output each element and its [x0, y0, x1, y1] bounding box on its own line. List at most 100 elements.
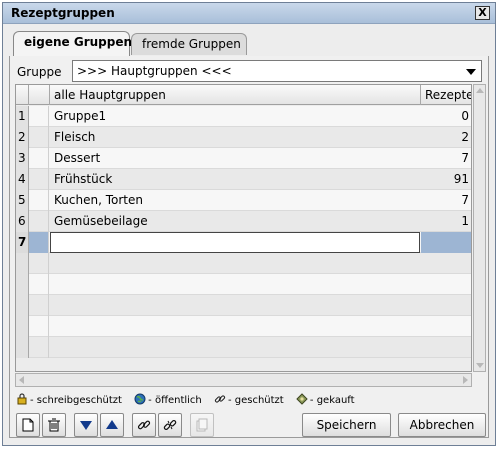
column-header-number[interactable] [16, 85, 29, 105]
legend-item-readonly: - schreibgeschützt [16, 393, 122, 406]
group-name[interactable]: Gemüsebeilage [50, 211, 420, 232]
arrow-down-icon [80, 421, 92, 430]
row-icon-cell [29, 295, 49, 316]
table-row[interactable]: 4 Frühstück 91 [16, 169, 471, 190]
new-row[interactable]: 7 [16, 232, 471, 253]
unprotect-button[interactable] [158, 413, 182, 437]
legend-label: - öffentlich [148, 395, 202, 406]
row-icon-cell [29, 169, 49, 190]
close-button[interactable]: X [475, 6, 490, 20]
row-number: 3 [16, 148, 29, 169]
row-icon-cell [29, 127, 49, 148]
move-down-button[interactable] [74, 413, 98, 437]
row-icon-cell [29, 211, 49, 232]
icon-legend: - schreibgeschützt - öffentlich - geschü… [16, 393, 364, 409]
chain-icon [214, 395, 226, 403]
row-icon-cell [29, 274, 49, 295]
table-row[interactable]: 1 Gruppe1 0 [16, 106, 471, 127]
legend-label: - geschützt [227, 395, 284, 406]
row-icon-cell [29, 337, 49, 358]
column-header-name[interactable]: alle Hauptgruppen [50, 85, 421, 105]
chain-icon [137, 420, 151, 430]
table-header: alle Hauptgruppen Rezepte [16, 85, 471, 105]
broken-chain-icon [163, 419, 177, 430]
group-name[interactable]: Frühstück [50, 169, 420, 190]
group-name[interactable]: Dessert [50, 148, 420, 169]
legend-item-public: - öffentlich [134, 393, 202, 406]
empty-row [16, 274, 471, 295]
gruppe-selected-value: >>> Hauptgruppen <<< [77, 64, 232, 78]
column-header-icon[interactable] [29, 85, 50, 105]
copy-button[interactable] [190, 413, 214, 437]
legend-label: - schreibgeschützt [30, 395, 122, 406]
move-up-button[interactable] [100, 413, 124, 437]
recipe-count [421, 232, 471, 253]
group-name[interactable]: Gruppe1 [50, 106, 420, 127]
row-number: 2 [16, 127, 29, 148]
table-row[interactable]: 6 Gemüsebeilage 1 [16, 211, 471, 232]
row-icon-cell [29, 316, 49, 337]
save-button[interactable]: Speichern [302, 413, 391, 437]
title-bar[interactable]: Rezeptgruppen X [3, 3, 495, 24]
table-row[interactable]: 5 Kuchen, Torten 7 [16, 190, 471, 211]
gruppe-label: Gruppe [17, 65, 62, 79]
tab-fremde-gruppen[interactable]: fremde Gruppen [131, 33, 247, 55]
row-number-empty [16, 253, 29, 274]
row-icon-cell [29, 253, 49, 274]
row-icon-cell [29, 232, 49, 253]
cancel-button[interactable]: Abbrechen [398, 413, 486, 437]
tab-panel: Gruppe >>> Hauptgruppen <<< alle Hauptgr… [9, 56, 489, 438]
scroll-right-icon[interactable] [463, 376, 468, 384]
empty-row [16, 295, 471, 316]
globe-icon [134, 393, 146, 405]
row-number: 1 [16, 106, 29, 127]
row-icon-cell [29, 148, 49, 169]
recipe-count: 7 [461, 193, 469, 207]
horizontal-scrollbar[interactable] [15, 373, 472, 387]
scroll-left-icon[interactable] [19, 376, 24, 384]
row-number: 4 [16, 169, 29, 190]
purchased-icon [296, 393, 308, 405]
tab-bar: eigene Gruppen fremde Gruppen [3, 24, 495, 56]
table-row[interactable]: 2 Fleisch 2 [16, 127, 471, 148]
new-document-icon [22, 418, 34, 432]
row-icon-cell [29, 106, 49, 127]
recipe-count: 91 [453, 172, 469, 186]
row-number: 5 [16, 190, 29, 211]
tab-eigene-gruppen[interactable]: eigene Gruppen [13, 31, 132, 56]
column-header-count[interactable]: Rezepte [421, 85, 471, 105]
recipe-count: 1 [461, 214, 469, 228]
arrow-up-icon [106, 420, 118, 429]
delete-button[interactable] [42, 413, 66, 437]
scroll-down-icon[interactable] [476, 363, 484, 368]
row-number-empty [16, 274, 29, 295]
row-number: 6 [16, 211, 29, 232]
row-icon-cell [29, 190, 49, 211]
lock-icon [17, 393, 27, 405]
new-button[interactable] [16, 413, 40, 437]
empty-row [16, 316, 471, 337]
vertical-scrollbar[interactable] [473, 84, 486, 372]
table-row[interactable]: 3 Dessert 7 [16, 148, 471, 169]
scroll-up-icon[interactable] [476, 88, 484, 93]
legend-item-purchased: - gekauft [296, 393, 355, 406]
dropdown-arrow-icon[interactable] [466, 69, 476, 75]
legend-item-protected: - geschützt [214, 393, 284, 406]
group-name[interactable]: Fleisch [50, 127, 420, 148]
row-number-empty [16, 295, 29, 316]
window-title: Rezeptgruppen [11, 6, 115, 20]
trash-icon [48, 418, 60, 432]
protect-button[interactable] [132, 413, 156, 437]
rezeptgruppen-dialog: Rezeptgruppen X eigene Gruppen fremde Gr… [2, 2, 496, 446]
group-name[interactable]: Kuchen, Torten [50, 190, 420, 211]
groups-table: alle Hauptgruppen Rezepte 1 Gruppe1 0 2 … [15, 84, 472, 372]
gruppe-select[interactable]: >>> Hauptgruppen <<< [72, 60, 482, 82]
legend-label: - gekauft [309, 395, 355, 406]
recipe-count: 7 [461, 151, 469, 165]
row-number-empty [16, 337, 29, 358]
empty-row [16, 337, 471, 358]
recipe-count: 0 [461, 109, 469, 123]
new-group-name-input[interactable] [50, 232, 420, 253]
copy-icon [196, 418, 208, 432]
row-number: 7 [16, 232, 29, 253]
